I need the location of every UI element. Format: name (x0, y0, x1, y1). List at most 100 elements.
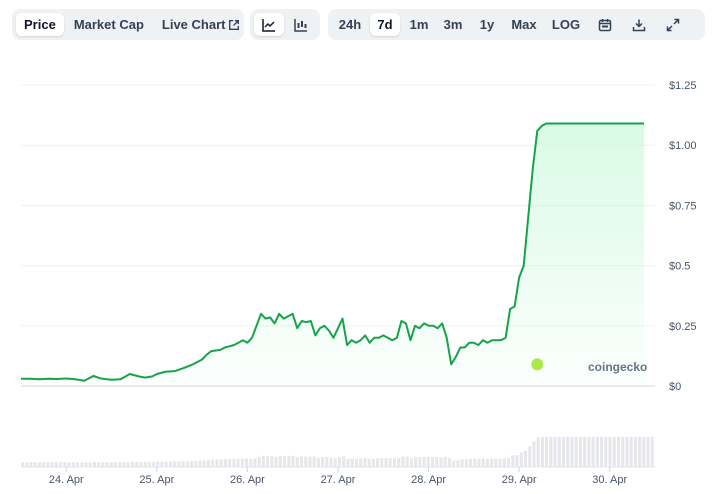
volume-bar (46, 462, 50, 467)
volume-bar (426, 457, 430, 467)
volume-bar (397, 458, 401, 467)
y-tick-label: $0.75 (669, 200, 697, 212)
volume-bar (92, 461, 96, 467)
volume-bar (439, 457, 443, 467)
volume-bar (532, 441, 536, 467)
volume-bar (409, 458, 413, 467)
volume-bar (240, 458, 244, 467)
volume-bar (84, 462, 88, 467)
volume-bar (245, 458, 249, 467)
volume-bar (498, 458, 502, 467)
volume-bar (42, 462, 46, 467)
volume-bar (160, 461, 164, 467)
volume-bar (274, 456, 278, 467)
x-tick-label: 25. Apr (139, 474, 174, 486)
volume-bar (50, 462, 54, 467)
volume-bar (519, 452, 523, 467)
volume-bar (464, 459, 468, 467)
volume-bar (308, 456, 312, 467)
volume-bar (215, 459, 219, 467)
volume-bar (266, 456, 270, 467)
volume-bars (21, 436, 654, 467)
volume-bar (126, 462, 130, 467)
x-tick-label: 26. Apr (230, 474, 265, 486)
volume-bar (198, 460, 202, 467)
volume-bar (67, 462, 71, 467)
volume-bar (168, 461, 172, 467)
volume-bar (325, 457, 329, 467)
volume-bar (63, 462, 67, 467)
volume-bar (346, 458, 350, 467)
volume-bar (152, 462, 156, 467)
volume-bar (185, 461, 189, 467)
volume-bar (71, 462, 75, 467)
volume-bar (135, 461, 139, 467)
volume-bar (25, 462, 29, 467)
volume-bar (570, 436, 574, 467)
y-tick-label: $1.00 (669, 140, 697, 152)
volume-bar (232, 458, 236, 467)
volume-bar (219, 459, 223, 467)
volume-bar (511, 455, 515, 467)
volume-bar (452, 460, 456, 467)
volume-bar (316, 457, 320, 467)
volume-bar (122, 462, 126, 467)
volume-bar (621, 436, 625, 467)
volume-bar (600, 436, 604, 467)
volume-bar (181, 461, 185, 467)
volume-bar (578, 436, 582, 467)
x-tick-label: 30. Apr (592, 474, 627, 486)
volume-bar (338, 457, 342, 467)
volume-bar (211, 459, 215, 467)
volume-bar (118, 462, 122, 467)
volume-bar (443, 456, 447, 467)
volume-bar (460, 459, 464, 467)
volume-bar (156, 461, 160, 467)
x-tick-label: 29. Apr (502, 474, 537, 486)
watermark-text: coingecko (588, 360, 647, 374)
volume-bar (566, 436, 570, 467)
volume-bar (562, 436, 566, 467)
volume-bar (469, 458, 473, 467)
y-tick-label: $0 (669, 381, 681, 393)
volume-bar (553, 436, 557, 467)
volume-bar (388, 458, 392, 467)
volume-bar (109, 462, 113, 467)
volume-bar (105, 462, 109, 467)
volume-bar (477, 458, 481, 467)
volume-bar (143, 462, 147, 467)
volume-bar (173, 461, 177, 467)
volume-bar (194, 460, 198, 467)
volume-bar (473, 458, 477, 467)
volume-bar (545, 436, 549, 467)
volume-bar (494, 458, 498, 467)
volume-bar (130, 461, 134, 467)
volume-bar (456, 460, 460, 467)
volume-bar (253, 458, 257, 467)
volume-bar (367, 458, 371, 467)
volume-bar (376, 458, 380, 467)
x-axis: 24. Apr 25. Apr 26. Apr 27. Apr 28. Apr 29. A… (49, 467, 627, 486)
y-tick-label: $0.25 (669, 321, 697, 333)
price-chart[interactable]: $1.25 $1.00 $0.75 $0.5 $0.25 $0 24. Apr 25. Ap… (0, 0, 713, 494)
volume-bar (304, 456, 308, 467)
volume-bar (329, 457, 333, 467)
x-tick-label: 24. Apr (49, 474, 84, 486)
volume-bar (380, 458, 384, 467)
volume-bar (202, 460, 206, 467)
volume-bar (490, 458, 494, 467)
volume-bar (287, 456, 291, 467)
volume-bar (261, 455, 265, 467)
x-tick-label: 28. Apr (411, 474, 446, 486)
volume-bar (392, 458, 396, 467)
volume-bar (485, 458, 489, 467)
volume-bar (507, 458, 511, 467)
volume-bar (528, 446, 532, 467)
volume-bar (101, 462, 105, 467)
volume-bar (295, 457, 299, 467)
volume-bar (312, 456, 316, 467)
y-tick-label: $1.25 (669, 80, 697, 92)
volume-bar (502, 458, 506, 467)
volume-bar (190, 461, 194, 467)
volume-bar (371, 458, 375, 467)
